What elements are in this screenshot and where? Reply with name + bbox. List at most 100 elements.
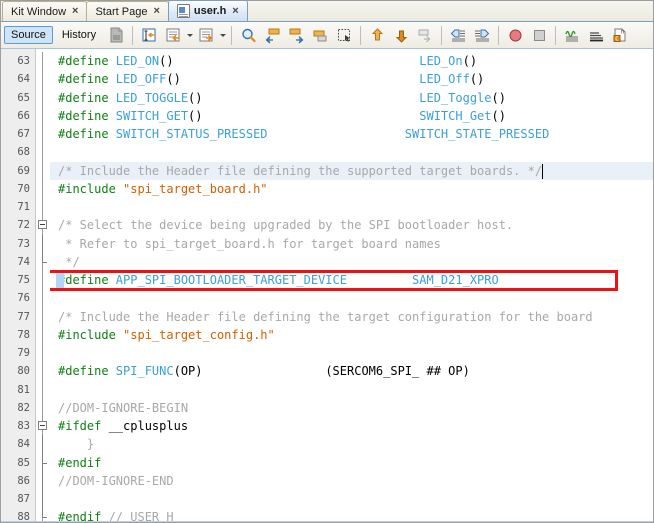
code-line-current[interactable]: /* Include the Header file defining the … <box>50 161 653 180</box>
fold-margin-row[interactable] <box>36 216 50 234</box>
code-token-comment: * Refer to spi_target_board.h for target… <box>58 236 441 251</box>
code-line[interactable]: #endif <box>50 454 653 472</box>
fold-margin-row[interactable] <box>36 417 50 435</box>
tab-start-page[interactable]: Start Page × <box>86 1 169 21</box>
code-line[interactable]: #define LED_ON() LED_On() <box>50 52 653 70</box>
fold-collapse-icon[interactable] <box>38 421 47 430</box>
next-bookmark-icon[interactable] <box>285 24 307 46</box>
source-code-area[interactable]: #define LED_ON() LED_On() #define LED_OFF… <box>50 49 653 522</box>
code-line[interactable]: #include "spi_target_config.h" <box>50 326 653 344</box>
code-token-plain: () <box>159 54 174 68</box>
comment-block-dropdown-caret[interactable] <box>218 24 227 46</box>
code-token-plain: (OP) <box>173 364 203 379</box>
code-line[interactable] <box>50 289 653 307</box>
line-number: 88 <box>17 511 30 522</box>
code-line[interactable]: #define LED_OFF() LED_Off() <box>50 70 653 88</box>
code-line[interactable]: #endif // USER_H <box>50 508 653 522</box>
code-line[interactable]: #define APP_SPI_BOOTLOADER_TARGET_DEVICE… <box>50 271 653 289</box>
code-token-comment: /* Select the device being upgraded by t… <box>58 218 514 233</box>
code-line[interactable] <box>50 344 653 362</box>
code-token-comment: //DOM-IGNORE-END <box>58 473 174 488</box>
history-view-button[interactable]: History <box>55 26 103 44</box>
source-view-button[interactable]: Source <box>4 26 53 44</box>
previous-bookmark-icon[interactable] <box>261 24 283 46</box>
rectangular-selection-icon[interactable] <box>333 24 355 46</box>
code-line[interactable]: * Refer to spi_target_board.h for target… <box>50 235 653 253</box>
toolbar-separator <box>360 25 362 45</box>
stop-build-icon[interactable] <box>504 24 526 46</box>
comment-block-icon[interactable] <box>195 24 217 46</box>
code-token-pp: #include <box>58 327 124 342</box>
pause-icon[interactable] <box>528 24 550 46</box>
code-token-macro: LED_OFF <box>115 72 167 87</box>
code-line[interactable]: //DOM-IGNORE-BEGIN <box>50 399 653 417</box>
toggle-line-numbers-icon[interactable] <box>585 24 607 46</box>
tab-user-h[interactable]: user.h × <box>167 0 248 21</box>
fold-margin-row <box>36 180 50 198</box>
fold-margin-row <box>36 308 50 326</box>
toolbar-separator <box>498 25 500 45</box>
shift-line-left-icon[interactable] <box>138 24 160 46</box>
line-number: 71 <box>17 201 30 213</box>
tab-close-icon[interactable]: × <box>70 6 80 17</box>
ide-editor-window: Kit Window × Start Page × user.h × Sourc… <box>0 0 654 523</box>
code-token-macro: SWITCH_Get <box>419 108 492 123</box>
forward-navigate-icon[interactable] <box>414 24 436 46</box>
code-line[interactable]: } <box>50 435 653 453</box>
code-line[interactable]: #ifdef __cplusplus <box>50 417 653 435</box>
fold-margin-row <box>36 252 50 271</box>
code-line[interactable]: /* Include the Header file defining the … <box>50 308 653 326</box>
code-editor[interactable]: 63 64 65 66 67 68 69 70 71 72 73 74 75 76 77 78 79 80 81 82… <box>1 49 653 522</box>
shift-left-icon[interactable] <box>447 24 469 46</box>
inspect-header-icon[interactable]: h C <box>609 24 631 46</box>
code-line[interactable] <box>50 490 653 508</box>
format-block-dropdown-caret[interactable] <box>185 24 194 46</box>
tab-kit-window[interactable]: Kit Window × <box>2 1 88 21</box>
toggle-bookmark-icon[interactable] <box>309 24 331 46</box>
back-navigate-icon[interactable] <box>390 24 412 46</box>
code-line[interactable] <box>50 143 653 161</box>
line-number: 70 <box>17 182 30 195</box>
fold-collapse-icon[interactable] <box>38 220 47 230</box>
line-number: 67 <box>17 128 30 140</box>
line-number: 75 <box>17 274 30 286</box>
last-edit-icon[interactable] <box>366 24 388 46</box>
svg-text:h: h <box>621 29 624 35</box>
code-line[interactable] <box>50 381 653 399</box>
line-number: 76 <box>17 292 30 305</box>
editor-tab-bar: Kit Window × Start Page × user.h × <box>1 0 653 22</box>
line-number: 73 <box>17 237 30 250</box>
code-line[interactable]: #include "spi_target_board.h" <box>50 180 653 198</box>
code-line[interactable]: #define SPI_FUNC(OP) (SERCOM6_SPI_ ## OP… <box>50 362 653 380</box>
code-token-comment: /* Include the Header file defining the … <box>58 309 593 324</box>
code-token-comment: } <box>58 437 95 452</box>
code-line[interactable]: #define SWITCH_GET() SWITCH_Get() <box>50 107 653 125</box>
code-line[interactable]: #define SWITCH_STATUS_PRESSED SWITCH_STA… <box>50 125 653 143</box>
tab-close-icon[interactable]: × <box>230 5 240 17</box>
editor-toolbar: Source History h C <box>1 22 653 49</box>
text-selection-block <box>56 273 64 288</box>
code-line[interactable]: */ <box>50 253 653 271</box>
code-token-plain: () <box>188 108 203 123</box>
toolbar-separator <box>132 25 134 45</box>
header-file-icon <box>176 4 190 18</box>
code-line[interactable]: #define LED_TOGGLE() LED_Toggle() <box>50 89 653 107</box>
code-line[interactable]: //DOM-IGNORE-END <box>50 472 653 490</box>
format-block-icon[interactable] <box>162 24 184 46</box>
code-token-pp: #ifdef <box>58 419 109 433</box>
toggle-highlight-icon[interactable] <box>561 24 583 46</box>
code-fold-margin[interactable] <box>36 49 50 522</box>
print-preview-icon[interactable] <box>105 24 127 46</box>
find-selection-icon[interactable] <box>237 24 259 46</box>
code-token-macro: SAM_D21_XPRO <box>412 273 499 287</box>
code-line[interactable]: /* Select the device being upgraded by t… <box>50 216 653 234</box>
shift-right-icon[interactable] <box>471 24 493 46</box>
tab-label: user.h <box>193 5 227 17</box>
code-line[interactable] <box>50 198 653 216</box>
code-token-macro: SWITCH_STATUS_PRESSED <box>115 127 268 141</box>
tab-close-icon[interactable]: × <box>151 6 161 17</box>
fold-margin-row <box>36 435 50 454</box>
